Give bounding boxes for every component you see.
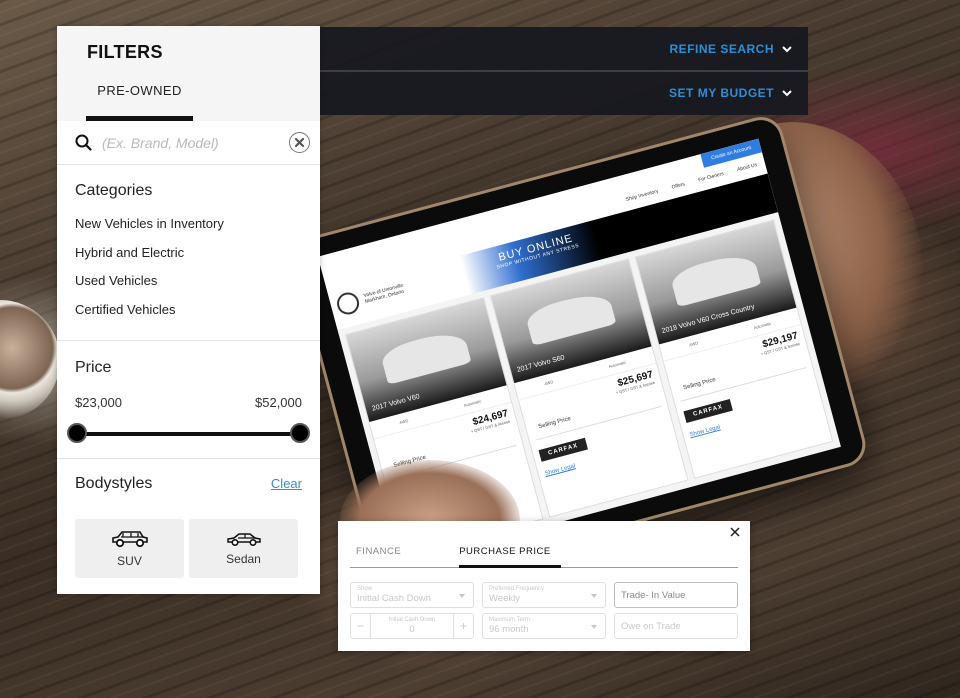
nav-offers[interactable]: Offers xyxy=(671,181,686,190)
price-slider-max-handle[interactable] xyxy=(290,423,310,443)
vehicle-name: 2017 Volvo S60 xyxy=(516,354,566,374)
term-select[interactable]: Maximum Term 96 month xyxy=(482,613,606,639)
transmission-spec: Automatic xyxy=(463,398,482,408)
search-input[interactable] xyxy=(102,134,289,151)
categories-section: Categories New Vehicles in Inventory Hyb… xyxy=(57,165,320,341)
carfax-badge[interactable]: CARFAX xyxy=(683,398,733,423)
caret-down-icon xyxy=(459,594,465,598)
tab-pre-owned[interactable]: PRE-OWNED xyxy=(86,82,193,121)
filters-header: FILTERS PRE-OWNED xyxy=(57,26,320,121)
show-select[interactable]: Show Initial Cash Down xyxy=(350,582,474,608)
category-hybrid-electric[interactable]: Hybrid and Electric xyxy=(75,245,302,274)
search-options-bar: REFINE SEARCH SET MY BUDGET xyxy=(320,27,808,115)
price-slider-min-handle[interactable] xyxy=(67,423,87,443)
search-bar xyxy=(57,121,320,165)
frequency-select-label: Preferred Frequency xyxy=(489,586,545,592)
owe-on-trade-field xyxy=(614,613,738,639)
set-budget-toggle[interactable]: SET MY BUDGET xyxy=(320,70,808,113)
caret-down-icon xyxy=(591,594,597,598)
volvo-logo-icon xyxy=(334,290,362,317)
nav-shop-inventory[interactable]: Shop Inventory xyxy=(625,188,659,203)
increment-button[interactable]: + xyxy=(453,614,473,638)
vehicle-name: 2017 Volvo V60 xyxy=(371,393,421,413)
show-select-value: Initial Cash Down xyxy=(357,593,431,604)
show-legal-link[interactable]: Show Legal xyxy=(538,436,677,479)
price-min-value: $23,000 xyxy=(75,395,122,410)
price-slider-track[interactable] xyxy=(77,432,300,436)
bodystyle-suv[interactable]: SUV xyxy=(75,519,184,578)
chevron-down-icon xyxy=(782,45,792,52)
frequency-select[interactable]: Preferred Frequency Weekly xyxy=(482,582,606,608)
drive-spec: AWD xyxy=(543,379,554,387)
chevron-down-icon xyxy=(782,89,792,96)
category-certified-vehicles[interactable]: Certified Vehicles xyxy=(75,302,302,331)
set-budget-label: SET MY BUDGET xyxy=(669,85,774,100)
caret-down-icon xyxy=(591,625,597,629)
cash-down-value[interactable]: 0 xyxy=(371,624,453,636)
term-select-value: 96 month xyxy=(489,624,529,635)
price-max-value: $52,000 xyxy=(255,395,302,410)
tab-pre-owned-label: PRE-OWNED xyxy=(97,83,182,98)
trade-in-field xyxy=(614,582,738,608)
payment-calculator-modal: FINANCE PURCHASE PRICE Show Initial Cash… xyxy=(338,521,750,651)
price-section: Price $23,000 $52,000 xyxy=(57,341,320,459)
coffee-cup-photo xyxy=(0,300,60,420)
bodystyle-sedan-label: Sedan xyxy=(226,551,261,566)
tab-purchase-price[interactable]: PURCHASE PRICE xyxy=(459,543,561,568)
owe-on-trade-input[interactable] xyxy=(621,620,731,632)
modal-tabs: FINANCE PURCHASE PRICE xyxy=(350,543,738,568)
search-icon xyxy=(75,134,92,151)
cash-down-stepper: − Initial Cash Down 0 + xyxy=(350,613,474,639)
close-icon[interactable] xyxy=(728,525,742,539)
show-select-label: Show xyxy=(357,586,373,592)
clear-bodystyles-link[interactable]: Clear xyxy=(271,476,302,491)
term-select-label: Maximum Term xyxy=(489,617,530,623)
nav-for-owners[interactable]: For Owners xyxy=(698,171,725,184)
tab-finance[interactable]: FINANCE xyxy=(350,543,407,568)
sedan-icon xyxy=(226,532,261,546)
bodystyle-suv-label: SUV xyxy=(117,553,142,568)
decrement-button[interactable]: − xyxy=(351,614,371,638)
category-new-vehicles[interactable]: New Vehicles in Inventory xyxy=(75,216,302,245)
cash-down-label: Initial Cash Down xyxy=(388,617,436,623)
transmission-spec: Automatic xyxy=(752,320,772,331)
drive-spec: AWD xyxy=(688,340,699,348)
trade-in-input[interactable] xyxy=(621,589,731,601)
close-icon xyxy=(295,138,304,147)
bodystyle-sedan[interactable]: Sedan xyxy=(189,519,298,578)
frequency-select-value: Weekly xyxy=(489,593,520,604)
filters-title: FILTERS xyxy=(87,42,163,62)
nav-about-us[interactable]: About Us xyxy=(736,162,757,173)
categories-title: Categories xyxy=(75,182,153,199)
suv-icon xyxy=(111,530,148,547)
carfax-badge[interactable]: CARFAX xyxy=(538,437,588,462)
drive-spec: AWD xyxy=(398,417,409,426)
bodystyles-title: Bodystyles xyxy=(75,475,153,492)
show-legal-link[interactable]: Show Legal xyxy=(683,397,822,440)
price-title: Price xyxy=(75,359,112,376)
category-used-vehicles[interactable]: Used Vehicles xyxy=(75,273,302,302)
bodystyles-section: Bodystyles Clear SUV Sedan xyxy=(57,459,320,578)
refine-search-label: REFINE SEARCH xyxy=(669,41,774,56)
refine-search-toggle[interactable]: REFINE SEARCH xyxy=(320,27,808,70)
transmission-spec: Automatic xyxy=(608,359,627,370)
filters-panel: FILTERS PRE-OWNED Categories New Vehicle… xyxy=(57,26,320,594)
clear-search-button[interactable] xyxy=(289,132,310,153)
